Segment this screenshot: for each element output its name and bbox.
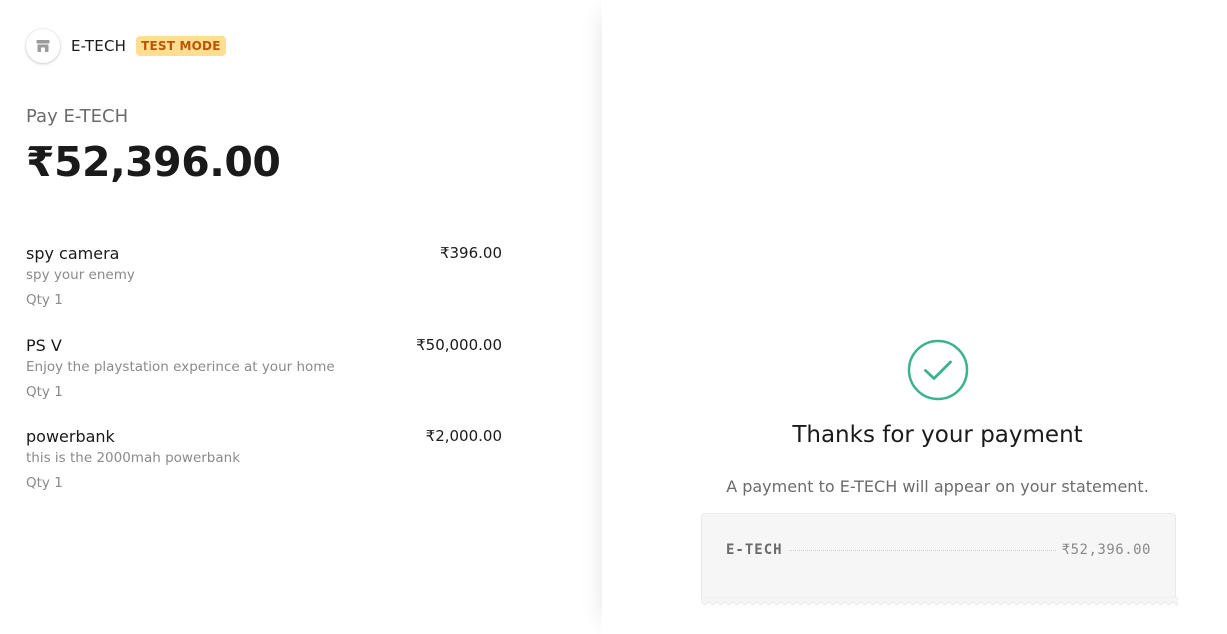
merchant-name: E-TECH [71, 37, 127, 55]
line-item: powerbank ₹2,000.00 this is the 2000mah … [26, 427, 502, 519]
order-summary-pane: E-TECH TEST MODE Pay E-TECH ₹52,396.00 s… [0, 0, 602, 634]
item-price: ₹396.00 [439, 244, 502, 262]
item-name: PS V [26, 335, 62, 355]
item-price: ₹50,000.00 [416, 335, 502, 354]
line-item: PS V ₹50,000.00 Enjoy the playstation ex… [26, 336, 502, 428]
receipt-leader-dots [788, 550, 1056, 551]
item-name: spy camera [26, 244, 120, 263]
item-quantity: Qty 1 [26, 292, 63, 308]
line-items-list: spy camera ₹396.00 spy your enemy Qty 1 … [26, 244, 502, 519]
item-description: this is the 2000mah powerbank [26, 450, 241, 466]
checkmark-circle-icon [907, 339, 969, 405]
item-name: powerbank [26, 427, 115, 446]
item-price: ₹2,000.00 [425, 427, 502, 445]
total-amount: ₹52,396.00 [26, 138, 281, 186]
pay-label: Pay E-TECH [26, 106, 129, 127]
merchant-header: E-TECH TEST MODE [26, 28, 226, 64]
line-item: spy camera ₹396.00 spy your enemy Qty 1 [26, 244, 502, 336]
receipt-torn-edge [701, 597, 1178, 606]
confirmation-subtitle: A payment to E-TECH will appear on your … [726, 477, 1149, 496]
test-mode-badge: TEST MODE [136, 36, 226, 56]
receipt-total: ₹52,396.00 [1061, 542, 1151, 558]
receipt-merchant: E-TECH [726, 542, 783, 558]
item-description: Enjoy the playstation experince at your … [26, 358, 335, 375]
item-quantity: Qty 1 [26, 475, 63, 491]
receipt-card: E-TECH ₹52,396.00 [701, 513, 1178, 606]
confirmation-title: Thanks for your payment [792, 422, 1083, 448]
receipt-row: E-TECH ₹52,396.00 [726, 542, 1151, 558]
item-description: spy your enemy [26, 267, 135, 283]
payment-confirmation-pane: Thanks for your payment A payment to E-T… [602, 0, 1227, 634]
item-quantity: Qty 1 [26, 383, 63, 400]
store-icon [26, 29, 60, 63]
